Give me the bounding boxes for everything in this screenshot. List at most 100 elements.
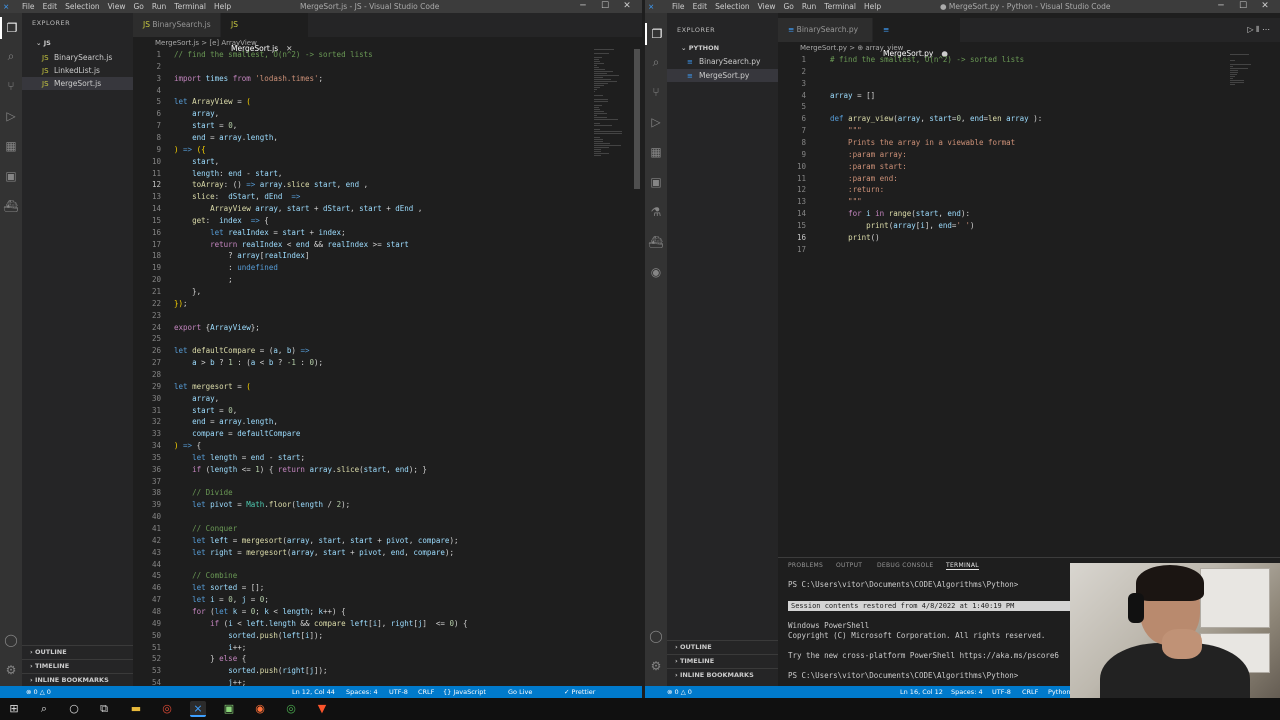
encoding-status[interactable]: UTF-8: [992, 686, 1011, 698]
code-line[interactable]: // Conquer: [174, 523, 237, 535]
code-line[interactable]: array,: [174, 108, 219, 120]
code-line[interactable]: let sorted = [];: [174, 582, 264, 594]
timeline-section[interactable]: › TIMELINE: [667, 654, 778, 667]
code-line[interactable]: length: end - start,: [174, 168, 282, 180]
code-line[interactable]: ? array[realIndex]: [174, 250, 309, 262]
code-line[interactable]: toArray: () => array.slice start, end ,: [174, 179, 368, 191]
minimap[interactable]: [1228, 54, 1268, 528]
prettier-status[interactable]: ✓ Prettier: [564, 686, 595, 698]
code-line[interactable]: print(): [830, 232, 880, 244]
eol-status[interactable]: CRLF: [418, 686, 434, 698]
code-line[interactable]: start = 0,: [174, 120, 237, 132]
menu-item-help[interactable]: Help: [864, 0, 881, 13]
tab-debug-console[interactable]: DEBUG CONSOLE: [877, 562, 933, 569]
code-line[interactable]: let pivot = Math.floor(length / 2);: [174, 499, 350, 511]
code-line[interactable]: end = array.length,: [174, 132, 278, 144]
file-mergesort-py[interactable]: ≡ MergeSort.py: [667, 69, 778, 82]
code-line[interactable]: :param end:: [830, 173, 898, 185]
file-explorer-icon[interactable]: ▬: [128, 701, 144, 717]
chrome-canary-icon[interactable]: ◎: [159, 701, 175, 717]
tab-mergesort-js[interactable]: JS MergeSort.js ✕: [221, 13, 309, 53]
code-line[interactable]: });: [174, 298, 188, 310]
code-line[interactable]: return realIndex < end && realIndex >= s…: [174, 239, 409, 251]
eol-status[interactable]: CRLF: [1022, 686, 1038, 698]
code-line[interactable]: :param array:: [830, 149, 907, 161]
code-line[interactable]: } else {: [174, 653, 246, 665]
code-line[interactable]: ) => {: [174, 440, 201, 452]
menu-item-view[interactable]: View: [758, 0, 776, 13]
run-debug-icon[interactable]: ▷: [645, 111, 667, 133]
menu-item-go[interactable]: Go: [133, 0, 143, 13]
testing-icon[interactable]: ⚗: [645, 201, 667, 223]
code-line[interactable]: let i = 0, j = 0;: [174, 594, 269, 606]
brave-icon[interactable]: ▼: [314, 701, 330, 717]
code-line[interactable]: array,: [174, 393, 219, 405]
code-line[interactable]: for (let k = 0; k < length; k++) {: [174, 606, 346, 618]
remote-icon[interactable]: ▣: [645, 171, 667, 193]
code-line[interactable]: ) => ({: [174, 144, 206, 156]
code-line[interactable]: end = array.length,: [174, 416, 278, 428]
timeline-section[interactable]: › TIMELINE: [22, 659, 133, 672]
outline-section[interactable]: › OUTLINE: [667, 640, 778, 653]
tab-binarysearch-py[interactable]: ≡ BinarySearch.py: [778, 18, 873, 42]
code-line[interactable]: for i in range(start, end):: [830, 208, 970, 220]
window-controls[interactable]: ─ ☐ ✕: [572, 0, 638, 13]
code-line[interactable]: i++;: [174, 642, 246, 654]
indent-status[interactable]: Spaces: 4: [346, 686, 378, 698]
menu-item-terminal[interactable]: Terminal: [174, 0, 206, 13]
menu-item-run[interactable]: Run: [152, 0, 166, 13]
code-line[interactable]: a > b ? 1 : (a < b ? -1 : 0);: [174, 357, 323, 369]
file-linkedlist-js[interactable]: JS LinkedList.js: [22, 64, 133, 77]
remote-icon[interactable]: ▣: [0, 165, 22, 187]
code-line[interactable]: ;: [174, 274, 233, 286]
menu-item-selection[interactable]: Selection: [65, 0, 100, 13]
problems-status[interactable]: ⊗ 0 △ 0: [667, 686, 692, 698]
code-line[interactable]: let left = mergesort(array, start, start…: [174, 535, 458, 547]
code-line[interactable]: let ArrayView = (: [174, 96, 251, 108]
maximize-icon[interactable]: ☐: [1232, 0, 1254, 13]
code-line[interactable]: :return:: [830, 184, 884, 196]
search-icon[interactable]: ⌕: [0, 45, 22, 67]
code-line[interactable]: if (i < left.length && compare left[i], …: [174, 618, 467, 630]
menu-item-go[interactable]: Go: [783, 0, 793, 13]
menu-item-edit[interactable]: Edit: [693, 0, 708, 13]
scrollbar[interactable]: [634, 49, 640, 189]
docker-icon[interactable]: ⛴: [0, 195, 22, 217]
minimize-icon[interactable]: ─: [1210, 0, 1232, 13]
files-icon[interactable]: ❐: [645, 23, 667, 45]
code-line[interactable]: array = []: [830, 90, 875, 102]
code-line[interactable]: sorted.push(left[i]);: [174, 630, 323, 642]
code-line[interactable]: print(array[i], end=' '): [830, 220, 974, 232]
problems-status[interactable]: ⊗ 0 △ 0: [26, 686, 51, 698]
code-line[interactable]: start,: [174, 156, 219, 168]
tab-problems[interactable]: PROBLEMS: [788, 562, 823, 569]
menu-item-help[interactable]: Help: [214, 0, 231, 13]
minimize-icon[interactable]: ─: [572, 0, 594, 13]
folder-label[interactable]: ⌄ PYTHON: [681, 44, 719, 52]
code-line[interactable]: : undefined: [174, 262, 278, 274]
code-editor[interactable]: 1 // find the smallest, O(n^2) -> sorted …: [133, 49, 593, 686]
close-icon[interactable]: ✕: [616, 0, 638, 13]
tab-mergesort-py[interactable]: ≡ MergeSort.py ●: [873, 18, 961, 58]
python-icon[interactable]: ◉: [645, 261, 667, 283]
account-icon[interactable]: ◯: [0, 629, 22, 651]
file-mergesort-js[interactable]: JS MergeSort.js: [22, 77, 133, 90]
menu-item-view[interactable]: View: [108, 0, 126, 13]
terminal-prompt[interactable]: PS C:\Users\vitor\Documents\CODE\Algorit…: [788, 671, 1018, 680]
code-line[interactable]: sorted.push(right[j]);: [174, 665, 327, 677]
code-line[interactable]: // find the smallest, O(n^2) -> sorted l…: [174, 49, 373, 61]
menu-item-file[interactable]: File: [22, 0, 35, 13]
files-icon[interactable]: ❐: [0, 17, 22, 39]
code-line[interactable]: start = 0,: [174, 405, 237, 417]
inline-bookmarks-section[interactable]: › INLINE BOOKMARKS: [22, 673, 133, 686]
tab-terminal[interactable]: TERMINAL: [946, 562, 979, 570]
terminal-prompt[interactable]: PS C:\Users\vitor\Documents\CODE\Algorit…: [788, 580, 1018, 589]
folder-label[interactable]: ⌄ JS: [36, 39, 51, 47]
indent-status[interactable]: Spaces: 4: [951, 686, 983, 698]
chrome-icon[interactable]: ◎: [283, 701, 299, 717]
extensions-icon[interactable]: ▦: [645, 141, 667, 163]
menu-item-run[interactable]: Run: [802, 0, 816, 13]
source-control-icon[interactable]: ⑂: [0, 75, 22, 97]
code-line[interactable]: import times from 'lodash.times';: [174, 73, 323, 85]
code-editor[interactable]: 1 # find the smallest, O(n^2) -> sorted l…: [778, 54, 1228, 528]
